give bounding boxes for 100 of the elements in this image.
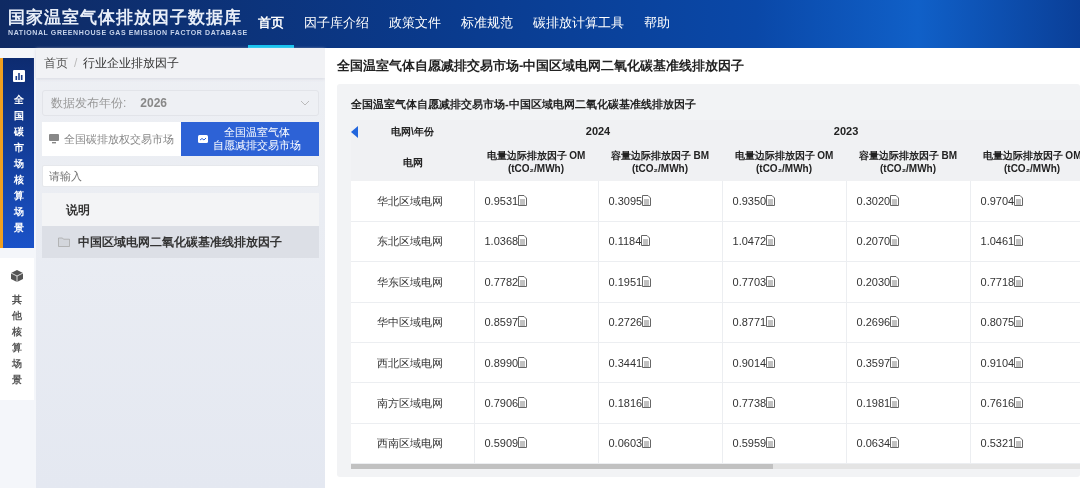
document-icon[interactable] — [1014, 356, 1024, 368]
factor-value: 0.7718 — [980, 275, 1015, 288]
grid-name: 西北区域电网 — [377, 356, 443, 369]
document-icon[interactable] — [518, 235, 528, 247]
document-icon[interactable] — [766, 235, 776, 247]
factor-value: 0.5321 — [980, 437, 1015, 450]
sidebar-tab[interactable]: 全国碳市场核算场景 — [0, 58, 34, 248]
document-icon[interactable] — [766, 356, 776, 368]
factor-value: 0.5959 — [732, 437, 767, 450]
document-icon[interactable] — [890, 235, 900, 247]
document-icon[interactable] — [766, 396, 776, 408]
scrollbar-thumb[interactable] — [351, 464, 773, 470]
factor-value: 0.9704 — [980, 194, 1015, 207]
document-icon[interactable] — [642, 437, 652, 449]
factor-value: 1.0461 — [980, 235, 1015, 248]
document-icon[interactable] — [1014, 437, 1024, 449]
factor-value: 0.2030 — [856, 275, 891, 288]
scroll-left-icon[interactable] — [351, 126, 358, 138]
factor-value: 0.1184 — [608, 235, 642, 248]
document-icon[interactable] — [642, 396, 652, 408]
document-icon[interactable] — [641, 235, 651, 247]
tree-item[interactable]: 说明 — [42, 193, 319, 226]
market-tab[interactable]: 全国温室气体 自愿减排交易市场 — [180, 122, 319, 156]
page-title: 全国温室气体自愿减排交易市场-中国区域电网二氧化碳基准线排放因子 — [337, 57, 746, 75]
document-icon[interactable] — [890, 396, 900, 408]
table-title: 全国温室气体自愿减排交易市场-中国区域电网二氧化碳基准线排放因子 — [351, 96, 697, 112]
grid-name: 华中区域电网 — [377, 316, 443, 329]
factor-value: 0.1951 — [608, 275, 643, 288]
factor-value: 1.0368 — [484, 235, 519, 248]
document-icon[interactable] — [890, 194, 900, 206]
factor-value: 0.3597 — [856, 356, 891, 369]
document-icon[interactable] — [890, 437, 900, 449]
factor-value: 0.7703 — [732, 275, 767, 288]
nav-tab[interactable]: 标准规范 — [450, 0, 523, 48]
column-header: 电网 — [402, 156, 423, 168]
factor-value: 0.9531 — [484, 194, 519, 207]
column-header: 容量边际排放因子 BM (tCO₂/MWh) — [609, 149, 711, 175]
factor-value: 0.8771 — [732, 316, 767, 329]
document-icon[interactable] — [1014, 396, 1024, 408]
nav-tab[interactable]: 因子库介绍 — [293, 0, 379, 48]
year-header: 2024 — [585, 125, 611, 138]
factor-value: 0.0603 — [608, 437, 643, 450]
factor-value: 0.8075 — [980, 316, 1015, 329]
sidebar-tab[interactable]: 其他核算场景 — [0, 258, 34, 400]
factor-value: 0.1981 — [856, 396, 891, 409]
document-icon[interactable] — [890, 275, 900, 287]
scrollbar[interactable] — [351, 464, 1080, 470]
factor-value: 0.2726 — [608, 316, 643, 329]
nav-tab[interactable]: 政策文件 — [378, 0, 451, 48]
document-icon[interactable] — [518, 194, 528, 206]
factor-value: 0.8597 — [484, 316, 519, 329]
breadcrumb-link[interactable]: 首页 — [44, 54, 68, 72]
document-icon[interactable] — [766, 194, 776, 206]
document-icon[interactable] — [1014, 235, 1024, 247]
factor-value: 0.3020 — [856, 194, 891, 207]
document-icon[interactable] — [518, 437, 528, 449]
breadcrumb-separator: / — [74, 55, 78, 72]
document-icon[interactable] — [766, 437, 776, 449]
document-icon[interactable] — [1014, 316, 1024, 328]
tree-item[interactable]: 中国区域电网二氧化碳基准线排放因子 — [42, 226, 319, 258]
document-icon[interactable] — [642, 316, 652, 328]
grid-name: 华东区域电网 — [377, 275, 443, 288]
nav-tab[interactable]: 帮助 — [633, 0, 680, 48]
document-icon[interactable] — [766, 316, 776, 328]
factor-value: 1.0472 — [732, 235, 767, 248]
document-icon[interactable] — [518, 356, 528, 368]
factor-value: 0.9350 — [732, 194, 767, 207]
breadcrumb-link[interactable]: 行业企业排放因子 — [83, 54, 180, 72]
search-field[interactable]: 请输入 — [42, 165, 319, 187]
grid-name: 华北区域电网 — [377, 194, 443, 207]
factor-value: 0.3095 — [608, 194, 643, 207]
year-header: 2023 — [833, 125, 859, 138]
factor-value: 0.7782 — [484, 275, 519, 288]
nav-tab[interactable]: 碳排放计算工具 — [522, 0, 634, 48]
document-icon[interactable] — [642, 275, 652, 287]
grid-name: 南方区域电网 — [377, 396, 443, 409]
column-header: 电量边际排放因子 OM (tCO₂/MWh) — [981, 149, 1080, 175]
factor-value: 0.7906 — [484, 396, 519, 409]
document-icon[interactable] — [1014, 275, 1024, 287]
monitor-icon — [48, 134, 59, 144]
factor-value: 0.2070 — [856, 235, 891, 248]
factor-value: 0.5909 — [484, 437, 519, 450]
document-icon[interactable] — [890, 356, 900, 368]
document-icon[interactable] — [766, 275, 776, 287]
caret-icon — [300, 100, 310, 106]
factor-value: 0.0634 — [856, 437, 891, 450]
document-icon[interactable] — [890, 316, 900, 328]
site-title: 国家温室气体排放因子数据库 — [8, 9, 243, 29]
document-icon[interactable] — [642, 194, 652, 206]
factor-value: 0.2696 — [856, 316, 891, 329]
document-icon[interactable] — [1014, 194, 1024, 206]
document-icon[interactable] — [518, 275, 528, 287]
factor-value: 0.9014 — [732, 356, 767, 369]
factor-value: 0.8990 — [484, 356, 519, 369]
document-icon[interactable] — [518, 316, 528, 328]
column-header: 容量边际排放因子 BM (tCO₂/MWh) — [857, 149, 959, 175]
market-tab[interactable]: 全国碳排放权交易市场 — [42, 122, 181, 156]
document-icon[interactable] — [642, 356, 652, 368]
document-icon[interactable] — [518, 396, 528, 408]
column-header: 电网\年份 — [391, 126, 434, 137]
